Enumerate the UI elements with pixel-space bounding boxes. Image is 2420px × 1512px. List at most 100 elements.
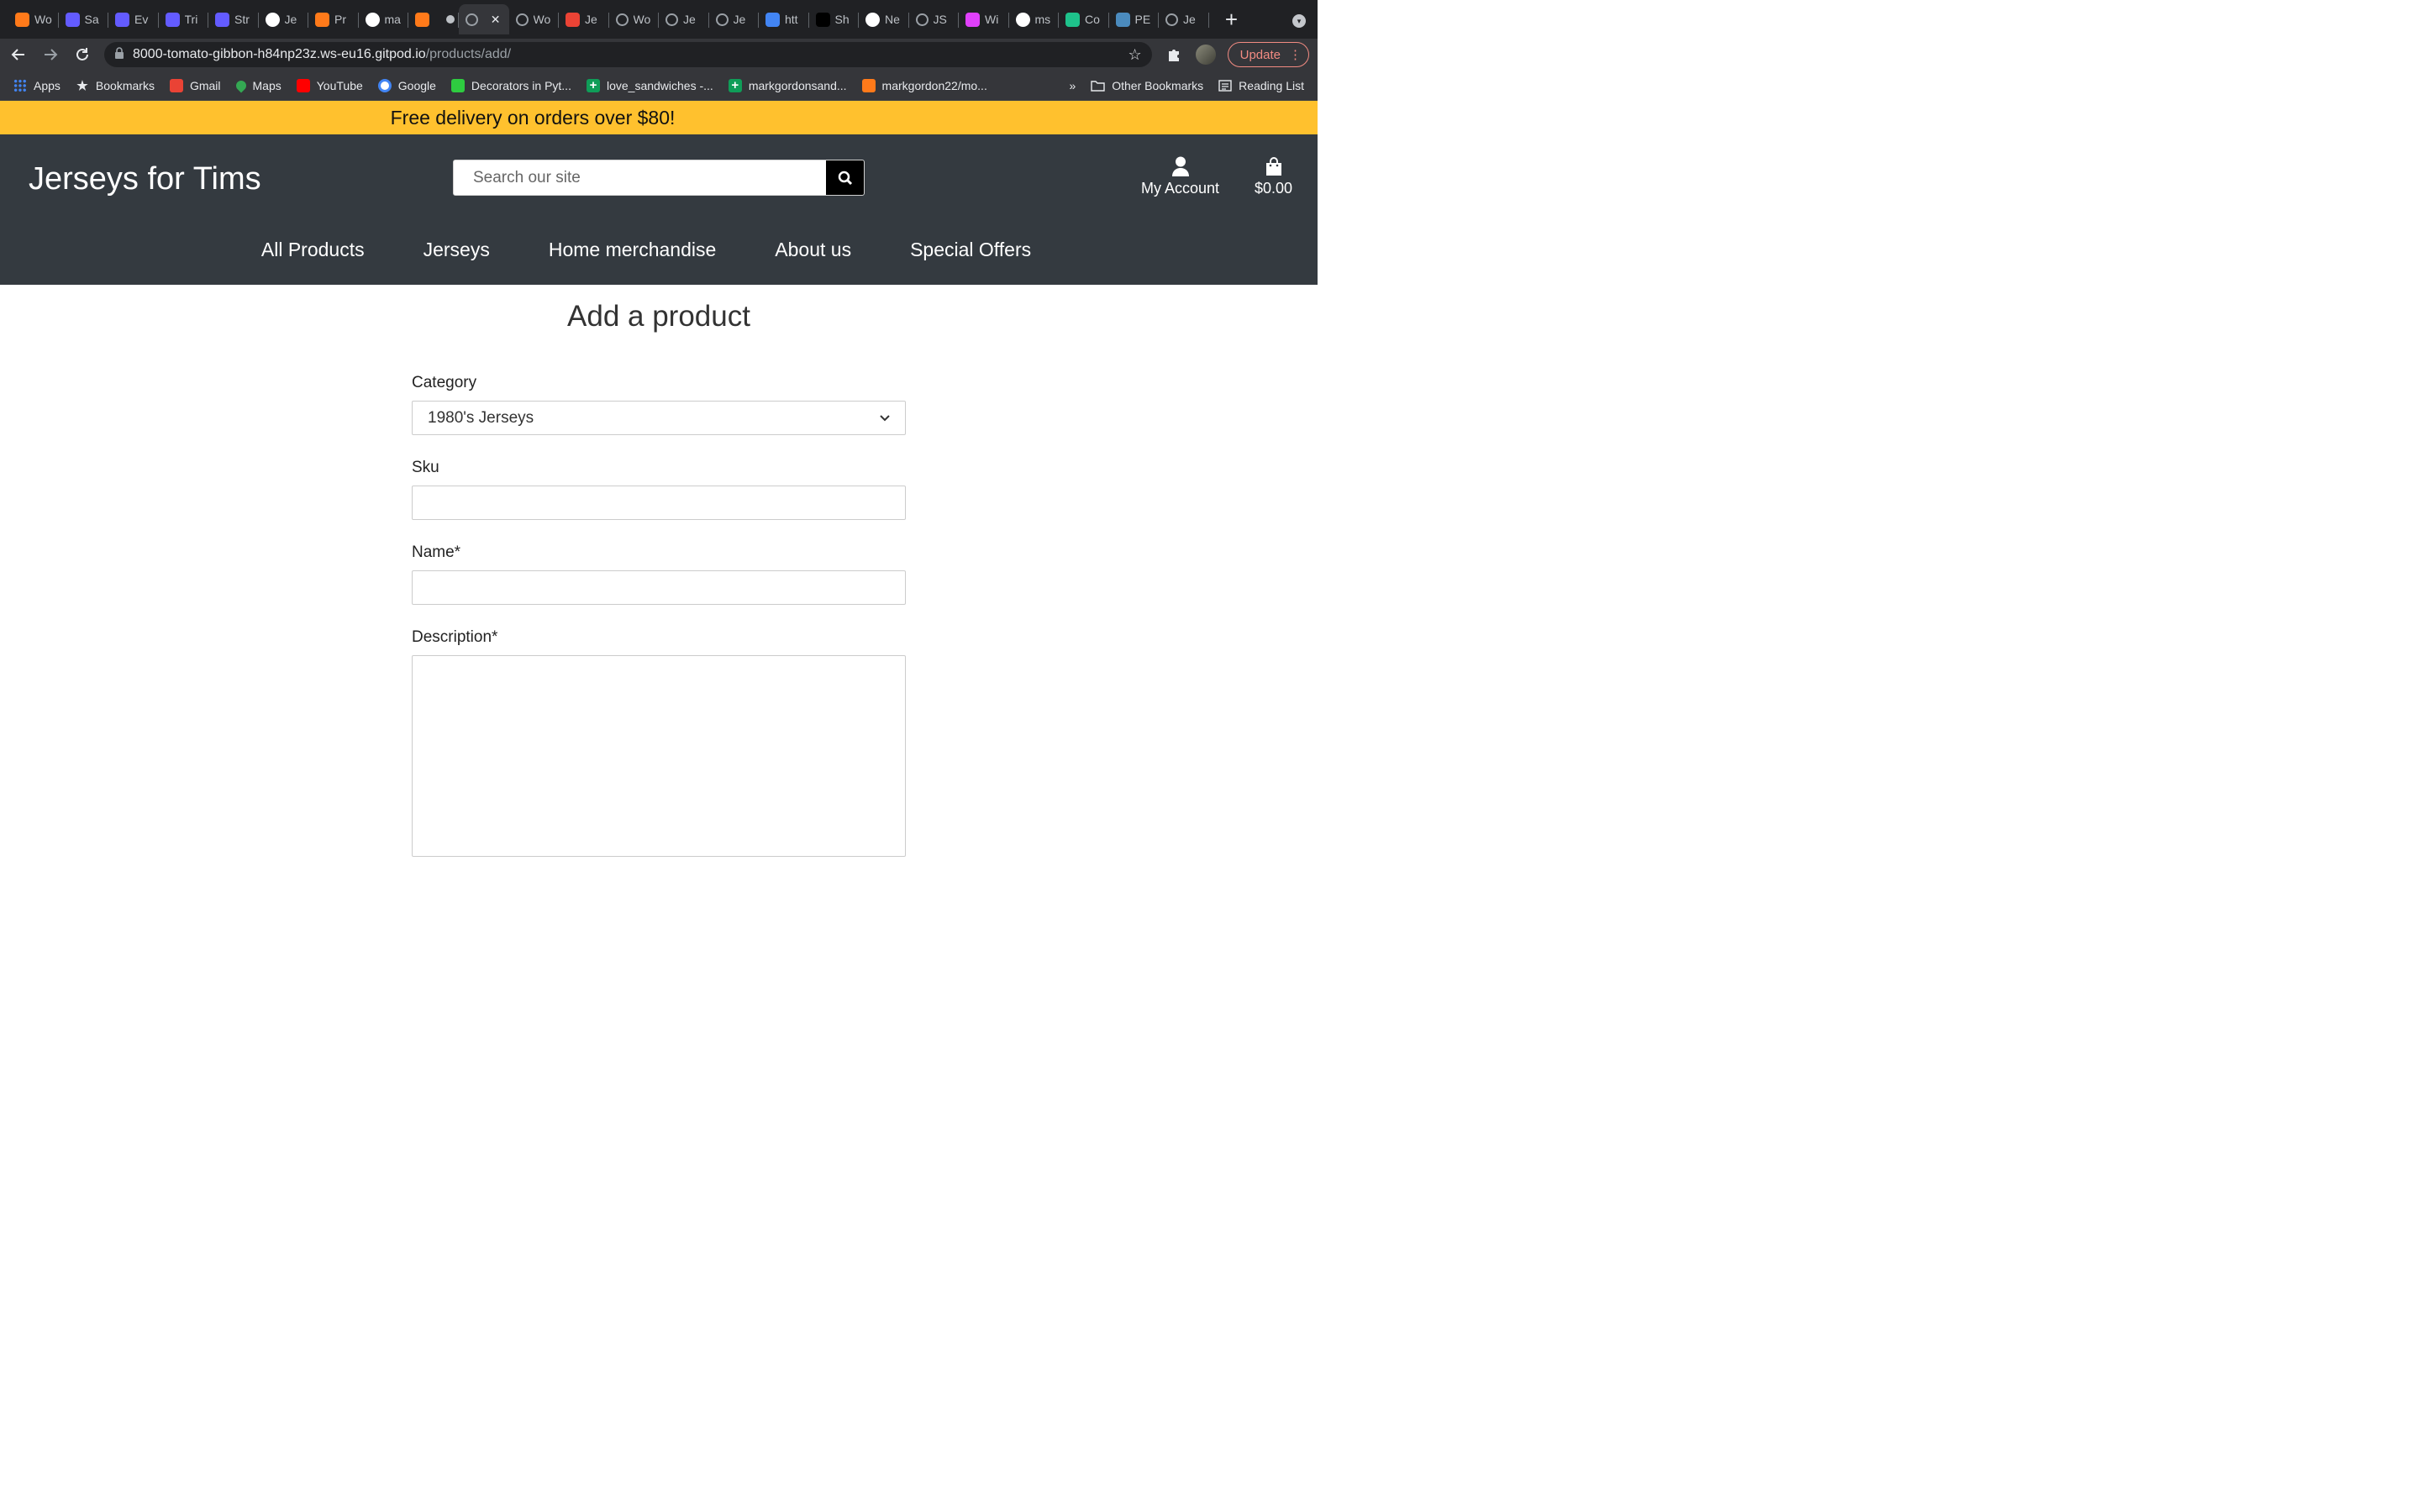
bookmark-label: Gmail [189, 78, 221, 92]
browser-tab[interactable]: Sh [809, 4, 860, 34]
browser-tab[interactable]: PE [1109, 4, 1160, 34]
s-stripe-icon [215, 12, 229, 27]
youtube-icon [296, 78, 310, 92]
new-tab-button[interactable]: + [1219, 7, 1244, 33]
description-textarea[interactable] [412, 655, 906, 857]
extensions-puzzle-icon[interactable] [1164, 45, 1184, 65]
gmail-icon [169, 78, 183, 92]
nav-jerseys[interactable]: Jerseys [424, 239, 490, 261]
browser-tab[interactable]: Co [1059, 4, 1109, 34]
browser-tab[interactable]: ms [1009, 4, 1060, 34]
bookmark-item[interactable]: Google [377, 78, 436, 92]
github-icon [265, 12, 280, 27]
update-button[interactable]: Update ⋮ [1227, 42, 1309, 67]
browser-tab[interactable]: JS [909, 4, 960, 34]
bookmark-item[interactable]: ★ Bookmarks [76, 78, 155, 93]
my-account-link[interactable]: My Account [1141, 156, 1219, 197]
browser-tab[interactable]: htt [759, 4, 809, 34]
nav-all-products[interactable]: All Products [261, 239, 365, 261]
cart-link[interactable]: $0.00 [1255, 156, 1292, 197]
shopping-bag-icon [1265, 157, 1281, 176]
other-bookmarks[interactable]: Other Bookmarks [1091, 79, 1203, 92]
lock-icon [114, 46, 124, 63]
tab-title: Tri [184, 13, 198, 26]
browser-tab[interactable]: Ne [859, 4, 909, 34]
browser-tab[interactable]: Tri [159, 4, 209, 34]
back-arrow-icon[interactable] [8, 45, 29, 65]
bookmark-label: Decorators in Pyt... [471, 78, 571, 92]
browser-tab[interactable]: Ev [108, 4, 159, 34]
sku-label: Sku [412, 459, 439, 476]
browser-tab[interactable]: Wi [959, 4, 1009, 34]
tab-title: Je [683, 13, 696, 26]
close-tab-icon[interactable]: ✕ [491, 13, 501, 27]
browser-tab[interactable]: Je [259, 4, 309, 34]
d-green-icon [1065, 12, 1080, 27]
nav-home-merchandise[interactable]: Home merchandise [549, 239, 716, 261]
browser-tab[interactable]: Wo [609, 4, 660, 34]
site-search [453, 160, 865, 196]
tab-title: Wo [533, 13, 551, 26]
bookmark-item[interactable]: Gmail [169, 78, 221, 92]
bookmark-item[interactable]: Maps [234, 78, 281, 92]
name-input[interactable] [412, 570, 906, 605]
globe-icon [915, 13, 929, 26]
tab-title: htt [785, 13, 798, 26]
browser-tab[interactable]: Wo [8, 4, 59, 34]
tab-title: Ne [885, 13, 900, 26]
google-icon [377, 78, 392, 92]
browser-tab[interactable]: Sa [59, 4, 109, 34]
profile-avatar[interactable] [1195, 45, 1216, 65]
g-orange-icon [415, 12, 429, 27]
site-logo[interactable]: Jerseys for Tims [29, 161, 261, 197]
bookmark-item[interactable]: + markgordonsand... [728, 78, 847, 92]
search-button[interactable] [826, 160, 864, 195]
github-icon [365, 12, 380, 27]
tab-title: Co [1085, 13, 1100, 26]
bookmarks-overflow-button[interactable]: » [1069, 79, 1076, 92]
browser-tab[interactable]: ✕ [458, 4, 509, 34]
nav-special-offers[interactable]: Special Offers [910, 239, 1031, 261]
sku-input[interactable] [412, 486, 906, 520]
bookmark-item[interactable]: Apps [13, 78, 60, 92]
address-bar[interactable]: 8000-tomato-gibbon-h84np23z.ws-eu16.gitp… [104, 42, 1152, 67]
bookmark-label: love_sandwiches -... [606, 78, 713, 92]
category-select[interactable]: 1980's Jerseys [412, 401, 906, 435]
bookmark-item[interactable]: YouTube [296, 78, 363, 92]
tab-title: Str [234, 13, 250, 26]
star-icon: ★ [76, 78, 88, 93]
url-path: /products/add/ [425, 47, 512, 61]
main-nav: All Products Jerseys Home merchandise Ab… [0, 239, 1318, 261]
reload-icon[interactable] [72, 45, 92, 65]
browser-tab[interactable]: Je [1159, 4, 1209, 34]
forward-arrow-icon[interactable] [40, 45, 60, 65]
browser-tab[interactable]: Str [208, 4, 259, 34]
bookmark-star-icon[interactable]: ☆ [1128, 46, 1141, 64]
tab-title: ms [1034, 13, 1051, 26]
g-orange-icon [15, 12, 29, 27]
gmail-icon [566, 12, 580, 27]
browser-tab[interactable]: Je [709, 4, 760, 34]
category-label: Category [412, 374, 477, 391]
browser-tab[interactable]: Wo [509, 4, 560, 34]
nav-about-us[interactable]: About us [775, 239, 851, 261]
tab-strip: Wo Sa Ev Tri Str Je Pr ma ✕ Wo Je Wo Je Je htt Sh Ne JS Wi… [0, 0, 1318, 39]
tab-search-icon[interactable]: ▾ [1292, 14, 1306, 28]
sheets-icon: + [586, 78, 600, 92]
delivery-banner: Free delivery on orders over $80! [0, 101, 1318, 134]
browser-tab[interactable] [408, 4, 459, 34]
browser-tab[interactable]: Je [559, 4, 609, 34]
bookmark-label: Google [397, 78, 436, 92]
url-host: 8000-tomato-gibbon-h84np23z.ws-eu16.gitp… [133, 47, 426, 61]
reading-list[interactable]: Reading List [1218, 79, 1304, 92]
search-input[interactable] [454, 160, 826, 195]
browser-tab[interactable]: Je [659, 4, 709, 34]
browser-tab[interactable]: Pr [308, 4, 359, 34]
bookmark-item[interactable]: + love_sandwiches -... [586, 78, 713, 92]
bookmark-label: YouTube [316, 78, 363, 92]
bookmark-item[interactable]: markgordon22/mo... [861, 78, 987, 92]
browser-tab[interactable]: ma [359, 4, 409, 34]
pep8-icon [1115, 12, 1130, 27]
bookmark-item[interactable]: Decorators in Pyt... [450, 78, 571, 92]
colorful-icon [965, 12, 980, 27]
